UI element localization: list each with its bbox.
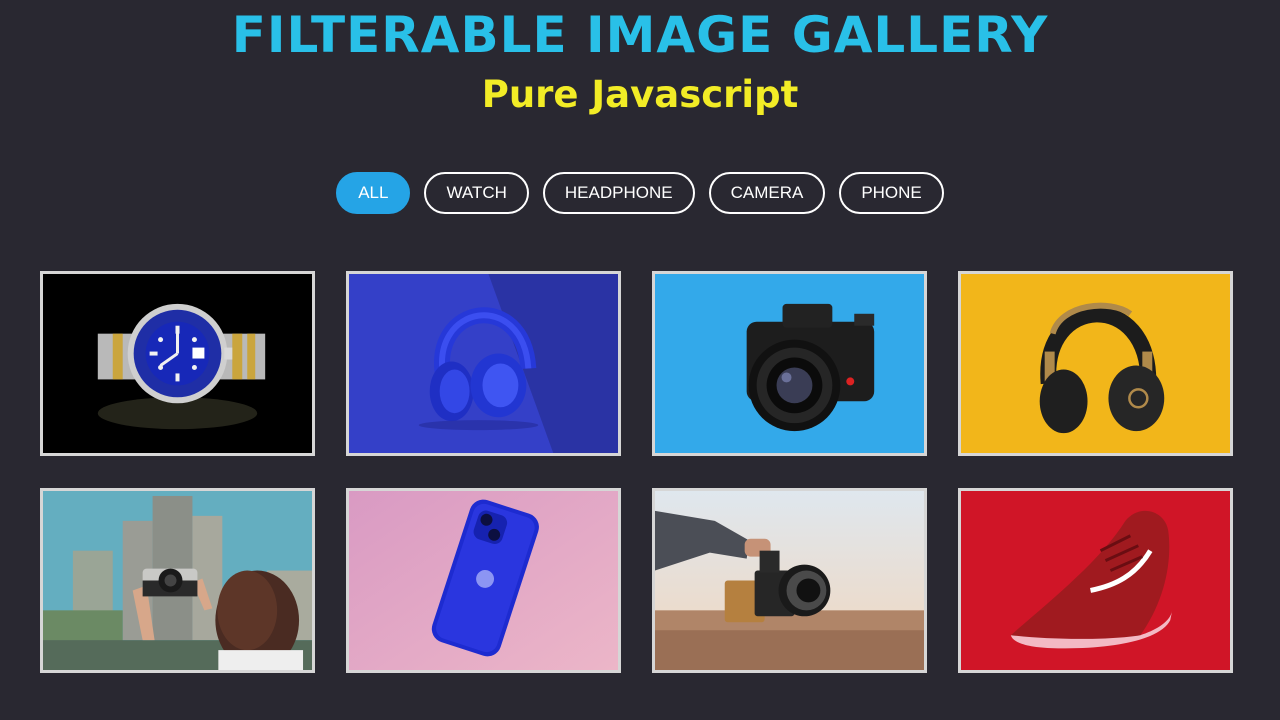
phone-image bbox=[349, 491, 618, 670]
filter-button-headphone[interactable]: HEADPHONE bbox=[542, 172, 695, 214]
gallery-item-camera-desert[interactable] bbox=[652, 488, 927, 673]
gallery-item-headphone-yellow[interactable] bbox=[958, 271, 1233, 456]
headphone-image bbox=[349, 274, 618, 453]
gallery-item-watch[interactable] bbox=[40, 271, 315, 456]
gallery-item-shoe[interactable] bbox=[958, 488, 1233, 673]
shoe-image bbox=[961, 491, 1230, 670]
gallery-item-headphone-blue[interactable] bbox=[346, 271, 621, 456]
gallery-item-camera-blue[interactable] bbox=[652, 271, 927, 456]
filter-bar: ALL WATCH HEADPHONE CAMERA PHONE bbox=[0, 172, 1280, 214]
gallery-item-camera-city[interactable] bbox=[40, 488, 315, 673]
image-gallery bbox=[40, 271, 1235, 673]
filter-button-all[interactable]: ALL bbox=[336, 172, 411, 214]
page-subtitle: Pure Javascript bbox=[481, 73, 799, 116]
gallery-item-phone[interactable] bbox=[346, 488, 621, 673]
filter-button-watch[interactable]: WATCH bbox=[424, 172, 529, 214]
camera-image bbox=[655, 274, 924, 453]
headphone-image bbox=[961, 274, 1230, 453]
filter-button-camera[interactable]: CAMERA bbox=[708, 172, 826, 214]
page-title: FILTERABLE IMAGE GALLERY bbox=[231, 6, 1049, 64]
camera-image bbox=[655, 491, 924, 670]
watch-image bbox=[43, 274, 312, 453]
camera-image bbox=[43, 491, 312, 670]
filter-button-phone[interactable]: PHONE bbox=[839, 172, 944, 214]
